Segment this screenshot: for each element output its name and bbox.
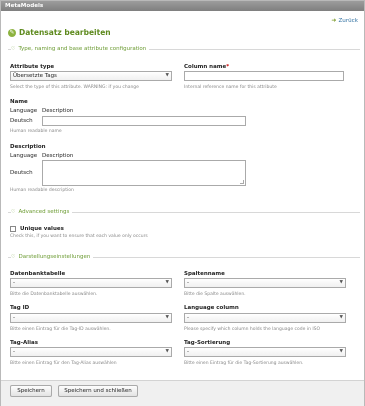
language-column-hint: Please specify which column holds the la…	[184, 327, 321, 332]
window-title: MetaModels	[1, 1, 364, 11]
tag-alias-value: -	[13, 349, 15, 355]
unique-hint: Check this, if you want to ensure that e…	[10, 234, 148, 239]
chevron-down-icon: ▼	[165, 280, 169, 285]
section-advanced-label: Advanced settings	[15, 209, 73, 215]
chevron-down-icon: ▼	[165, 73, 169, 78]
back-arrow-icon: ➜	[331, 17, 337, 24]
section-type-naming[interactable]: ♡ Type, naming and base attribute config…	[8, 45, 360, 53]
tag-id-select[interactable]: - ▼	[10, 313, 172, 323]
spaltenname-label: Spaltenname	[184, 271, 225, 277]
description-row-language: Deutsch	[10, 170, 33, 176]
tag-id-value: -	[13, 315, 15, 321]
language-column-select[interactable]: - ▼	[184, 313, 346, 323]
attribute-type-value: Übersetzte Tags	[13, 73, 57, 79]
section-display-label: Darstellungseinstellungen	[15, 254, 94, 260]
datenbanktabelle-hint: Bitte die Datenbanktabelle auswählen.	[10, 292, 98, 297]
page-title: Datensatz bearbeiten	[19, 28, 111, 37]
tag-sortierung-label: Tag-Sortierung	[184, 340, 231, 346]
save-close-button[interactable]: Speichern und schließen	[58, 385, 138, 397]
name-hint: Human readable name	[10, 129, 62, 134]
tag-sortierung-hint: Bitte einen Eintrag für die Tag-Sortieru…	[184, 361, 304, 366]
name-col-language: Language	[10, 108, 38, 114]
section-advanced[interactable]: ♡ Advanced settings	[8, 208, 360, 216]
tag-alias-select[interactable]: - ▼	[10, 347, 172, 357]
description-hint: Human readable description	[10, 188, 74, 193]
unique-checkbox[interactable]	[10, 226, 16, 232]
back-link[interactable]: ➜ Zurück	[331, 17, 358, 24]
page-heading: ✎ Datensatz bearbeiten	[8, 28, 111, 37]
section-display[interactable]: ♡ Darstellungseinstellungen	[8, 253, 360, 261]
tag-sortierung-select[interactable]: - ▼	[184, 347, 346, 357]
column-name-label: Column name*	[184, 64, 230, 70]
spaltenname-value: -	[187, 280, 189, 286]
language-column-value: -	[187, 315, 189, 321]
description-textarea[interactable]	[42, 160, 246, 186]
section-type-naming-label: Type, naming and base attribute configur…	[15, 46, 150, 52]
chevron-down-icon: ▼	[165, 315, 169, 320]
tag-sortierung-value: -	[187, 349, 189, 355]
tag-alias-label: Tag-Alias	[10, 340, 38, 346]
language-column-label: Language column	[184, 305, 239, 311]
chevron-down-icon: ▼	[339, 349, 343, 354]
name-row-language: Deutsch	[10, 118, 33, 124]
chevron-down-icon: ▼	[339, 280, 343, 285]
resize-grip-icon[interactable]	[240, 180, 244, 184]
back-link-label: Zurück	[338, 17, 358, 24]
window: MetaModels ➜ Zurück ✎ Datensatz bearbeit…	[0, 0, 365, 406]
description-col-language: Language	[10, 153, 38, 159]
attribute-type-label: Attribute type	[10, 64, 55, 70]
datenbanktabelle-select[interactable]: - ▼	[10, 278, 172, 288]
form-footer	[1, 380, 364, 406]
attribute-type-select[interactable]: Übersetzte Tags ▼	[10, 71, 172, 81]
name-label: Name	[10, 99, 28, 105]
spaltenname-select[interactable]: - ▼	[184, 278, 346, 288]
chevron-down-icon: ▼	[339, 315, 343, 320]
datenbanktabelle-value: -	[13, 280, 15, 286]
spaltenname-hint: Bitte die Spalte auswählen.	[184, 292, 246, 297]
tag-id-label: Tag ID	[10, 305, 30, 311]
name-col-description: Description	[42, 108, 74, 114]
save-button[interactable]: Speichern	[10, 385, 52, 397]
edit-icon: ✎	[8, 28, 16, 37]
description-col-description: Description	[42, 153, 74, 159]
column-name-hint: Internal reference name for this attribu…	[184, 85, 277, 90]
datenbanktabelle-label: Datenbanktabelle	[10, 271, 66, 277]
name-input[interactable]	[42, 116, 246, 126]
tag-id-hint: Bitte einen Eintrag für die Tag-ID auswä…	[10, 327, 111, 332]
column-name-input[interactable]	[184, 71, 344, 81]
chevron-down-icon: ▼	[165, 349, 169, 354]
attribute-type-hint: Select the type of this attribute. WARNI…	[10, 85, 139, 90]
unique-label: Unique values	[20, 226, 64, 232]
tag-alias-hint: Bitte einen Eintrag für den Tag-Alias au…	[10, 361, 117, 366]
description-label: Description	[10, 144, 46, 150]
